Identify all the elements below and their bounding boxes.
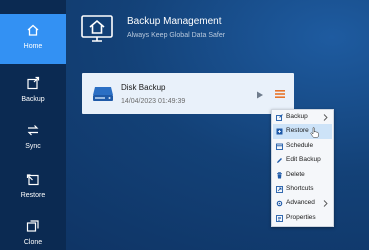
app-window: Home Backup Sync Restore Clone Backup Ma… — [0, 0, 369, 250]
restore-icon — [26, 174, 39, 186]
sidebar: Home Backup Sync Restore Clone — [0, 0, 66, 250]
properties-icon — [276, 214, 283, 222]
hamburger-menu-icon[interactable] — [274, 88, 286, 100]
sidebar-item-label: Home — [23, 43, 43, 50]
backup-icon — [27, 76, 40, 90]
chevron-right-icon — [323, 114, 328, 121]
sidebar-item-clone[interactable]: Clone — [0, 210, 66, 250]
backup-task-date: 14/04/2023 01:49:39 — [121, 98, 186, 105]
backup-task-name: Disk Backup — [121, 83, 166, 92]
page-title: Backup Management — [127, 16, 222, 27]
play-icon[interactable] — [256, 91, 264, 99]
sync-icon — [27, 125, 39, 136]
schedule-icon — [276, 143, 283, 150]
menu-item-label: Backup — [286, 113, 308, 120]
sidebar-item-restore[interactable]: Restore — [0, 163, 66, 213]
shortcut-icon — [276, 186, 283, 193]
sidebar-item-backup[interactable]: Backup — [0, 67, 66, 117]
menu-item-shortcuts[interactable]: Shortcuts — [273, 182, 332, 196]
menu-item-delete[interactable]: Delete — [273, 168, 332, 182]
home-icon — [27, 24, 39, 36]
menu-item-label: Shortcuts — [286, 185, 314, 192]
backup-task-card[interactable]: Disk Backup 14/04/2023 01:49:39 — [82, 73, 294, 114]
sidebar-item-label: Backup — [21, 96, 45, 103]
sidebar-item-label: Restore — [20, 192, 46, 199]
context-menu: Backup Restore Schedule Edit Backup Dele… — [271, 109, 334, 227]
menu-item-label: Properties — [286, 213, 316, 221]
menu-item-advanced[interactable]: Advanced — [273, 196, 332, 210]
menu-item-label: Delete — [286, 170, 305, 178]
hand-cursor-icon — [310, 127, 319, 138]
clone-icon — [26, 220, 39, 232]
menu-item-label: Advanced — [286, 199, 315, 207]
disk-icon — [93, 87, 113, 101]
advanced-icon — [276, 201, 283, 207]
menu-item-edit-backup[interactable]: Edit Backup — [273, 153, 332, 167]
restore-icon — [276, 128, 283, 135]
sidebar-item-sync[interactable]: Sync — [0, 114, 66, 164]
sidebar-item-label: Sync — [25, 143, 41, 150]
menu-item-schedule[interactable]: Schedule — [273, 139, 332, 153]
edit-icon — [277, 158, 282, 164]
menu-item-label: Schedule — [286, 141, 314, 149]
menu-item-backup[interactable]: Backup — [273, 110, 332, 124]
delete-icon — [277, 171, 282, 179]
menu-item-label: Restore — [286, 127, 309, 135]
menu-item-properties[interactable]: Properties — [273, 211, 332, 225]
sidebar-item-label: Clone — [23, 239, 43, 246]
menu-item-restore[interactable]: Restore — [273, 124, 332, 139]
chevron-right-icon — [323, 200, 328, 208]
page-subtitle: Always Keep Global Data Safer — [127, 32, 226, 39]
monitor-home-icon — [81, 15, 113, 42]
sidebar-item-home[interactable]: Home — [0, 14, 66, 64]
backup-icon — [276, 114, 283, 121]
menu-item-label: Edit Backup — [286, 156, 321, 164]
